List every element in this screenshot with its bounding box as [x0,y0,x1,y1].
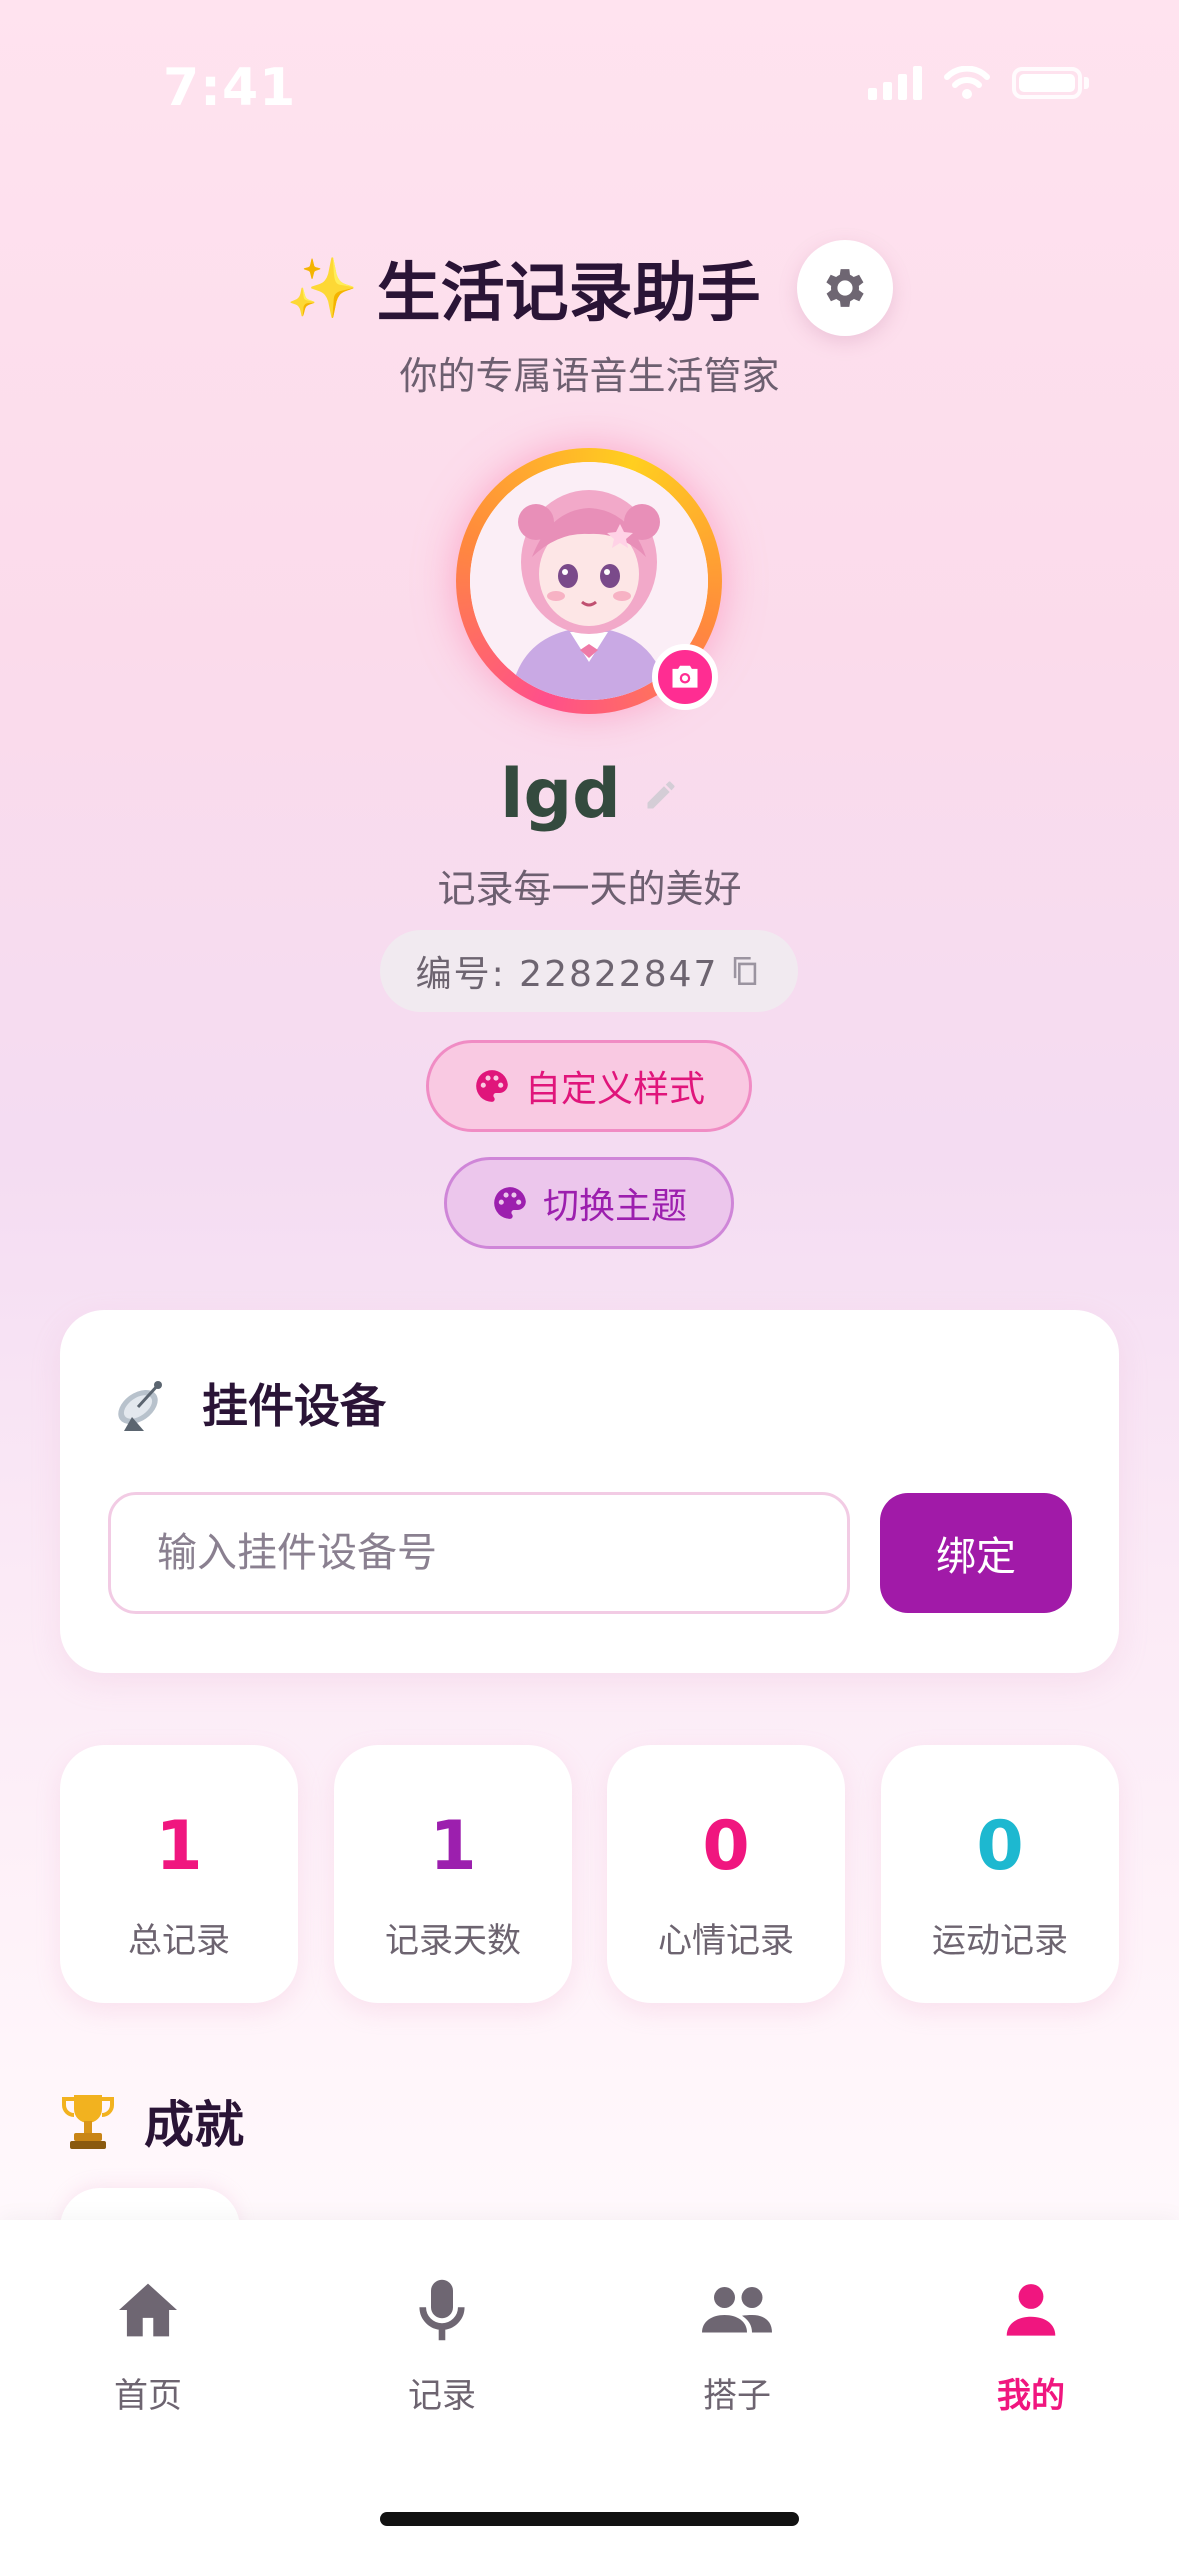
stat-card-total-records[interactable]: 1 总记录 [60,1745,298,2003]
palette-icon [476,1070,508,1102]
device-id-input[interactable] [108,1492,850,1614]
mic-icon [419,2279,465,2341]
user-id: 编号: 22822847 [415,954,719,995]
trophy-icon [62,2095,114,2149]
wifi-icon [944,66,990,99]
status-time: 7:41 [163,58,297,118]
device-card: 挂件设备 绑定 [60,1310,1119,1673]
tab-label: 我的 [997,2376,1065,2416]
tab-buddies[interactable]: 搭子 [637,2270,837,2417]
stat-value: 0 [702,1807,750,1886]
stat-label: 总记录 [128,1921,230,1961]
stat-card-record-days[interactable]: 1 记录天数 [334,1745,572,2003]
tab-record[interactable]: 记录 [342,2270,542,2417]
gear-icon [825,269,864,307]
stat-value: 1 [155,1807,203,1886]
switch-theme-button[interactable]: 切换主题 [444,1157,734,1249]
tab-label: 搭子 [703,2376,771,2416]
tab-home[interactable]: 首页 [48,2270,248,2417]
signal-icon [868,66,922,100]
change-avatar-button[interactable] [652,644,718,710]
tab-bar: 首页 记录 搭子 我的 [0,2220,1179,2556]
username: lgd [500,755,621,834]
tab-label: 首页 [114,2376,182,2416]
person-icon [1006,2284,1056,2336]
stat-value: 1 [429,1807,477,1886]
sparkles-icon: ✨ [286,253,359,322]
motto: 记录每一天的美好 [437,867,742,911]
custom-style-label: 自定义样式 [524,1069,705,1110]
settings-button[interactable] [796,240,893,336]
status-icons [868,66,1089,100]
device-card-title: 挂件设备 [202,1379,386,1433]
palette-icon [494,1187,526,1219]
tab-me[interactable]: 我的 [931,2270,1131,2417]
camera-icon [672,665,698,688]
stat-card-mood-records[interactable]: 0 心情记录 [607,1745,845,2003]
custom-style-button[interactable]: 自定义样式 [426,1040,752,1132]
user-id-pill[interactable]: 编号: 22822847 [380,930,798,1012]
app-title: 生活记录助手 [376,257,761,331]
stat-card-exercise-records[interactable]: 0 运动记录 [881,1745,1119,2003]
achievements-header: 成就 [60,2085,244,2157]
stat-label: 心情记录 [658,1921,794,1961]
header: ✨ 生活记录助手 [0,240,1179,336]
satellite-dish-icon [118,1381,162,1431]
home-indicator[interactable] [380,2512,799,2526]
achievements-title: 成就 [144,2096,244,2154]
battery-icon [1012,67,1082,99]
stat-label: 记录天数 [385,1921,521,1961]
people-icon [702,2287,772,2333]
bind-button[interactable]: 绑定 [880,1493,1072,1613]
stat-label: 运动记录 [932,1921,1068,1961]
edit-icon[interactable] [643,777,679,813]
tab-label: 记录 [408,2376,476,2416]
stat-value: 0 [976,1807,1024,1886]
copy-icon[interactable] [728,953,762,989]
switch-theme-label: 切换主题 [542,1186,687,1227]
subtitle: 你的专属语音生活管家 [399,354,780,398]
username-row: lgd [0,755,1179,834]
home-icon [119,2283,177,2337]
